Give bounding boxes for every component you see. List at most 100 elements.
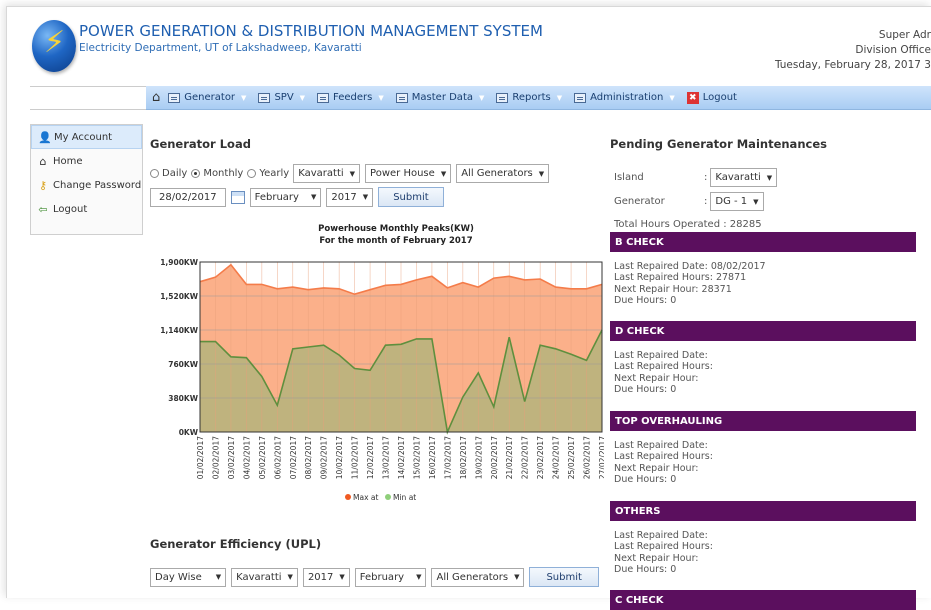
y-tick-label: 1,900KW [160,258,199,267]
home-icon[interactable]: ⌂ [152,90,160,105]
detail-line: Due Hours: 0 [614,384,677,396]
nav-feeders[interactable]: Feeders ▼ [317,92,384,103]
nav-spv[interactable]: SPV ▼ [258,92,305,103]
detail-line: Next Repair Hour: [614,372,699,384]
nav-spacer [30,86,146,110]
colon: : [704,196,708,207]
lightning-icon: ⚡ [44,25,66,60]
year-select[interactable]: 2017 ▼ [302,567,350,587]
chevron-down-icon: ▼ [753,197,759,206]
nav-label: Generator [184,92,236,103]
year-select[interactable]: 2017 ▼ [326,187,374,207]
sidebar-item-label: Change Password [53,179,142,191]
select-value: Power House [370,168,435,179]
legend-marker [385,494,391,500]
select-value: 2017 [331,191,357,203]
x-tick-label: 05/02/2017 [258,436,267,479]
total-hours: Total Hours Operated : 28285 [614,219,762,230]
month-select[interactable]: February ▼ [354,567,427,587]
top-overhauling-details: Last Repaired Date: Last Repaired Hours:… [614,440,713,486]
nav-label: Reports [512,92,551,103]
exit-icon: ⇦ [38,202,48,216]
date-value: 28/02/2017 [159,191,217,203]
sidebar-item-home[interactable]: ⌂ Home [31,149,142,173]
submit-button[interactable]: Submit [529,567,599,587]
nav-reports[interactable]: Reports ▼ [496,92,562,103]
calendar-icon[interactable] [230,190,245,204]
y-tick-label: 0KW [179,428,199,437]
generator-load-title: Generator Load [150,137,251,151]
date-input[interactable]: 28/02/2017 [150,187,226,207]
x-tick-label: 22/02/2017 [521,436,530,479]
detail-line: Due Hours: 0 [614,295,677,307]
menu-icon [168,92,181,103]
x-tick-label: 14/02/2017 [397,436,406,479]
x-tick-label: 06/02/2017 [273,436,282,479]
select-value: DG - 1 [715,196,748,207]
sidebar-item-change-password[interactable]: ⚷ Change Password [31,173,142,197]
radio-label: Monthly [203,168,244,179]
d-check-header: D CHECK [610,321,916,341]
sidebar-item-my-account[interactable]: 👤 My Account [31,125,142,149]
nav-logout[interactable]: ✖ Logout [686,91,737,104]
generator-select[interactable]: All Generators ▼ [431,567,525,587]
month-select[interactable]: February ▼ [249,187,322,207]
generator-row: Generator : DG - 1 ▼ [614,192,769,211]
menu-icon [574,92,587,103]
location-select[interactable]: Power House ▼ [365,164,452,183]
chevron-down-icon: ▼ [310,193,317,201]
detail-line: Due Hours: 0 [614,564,677,576]
y-tick-label: 380KW [168,394,198,403]
detail-line: Last Repaired Hours: [614,451,713,463]
x-tick-label: 13/02/2017 [382,436,391,479]
nav-master-data[interactable]: Master Data ▼ [395,92,485,103]
b-check-details: Last Repaired Date: 08/02/2017 Last Repa… [614,261,766,307]
radio-yearly[interactable] [247,169,257,178]
select-value: 2017 [307,571,334,583]
key-icon: ⚷ [38,178,48,192]
x-tick-label: 08/02/2017 [304,436,313,479]
select-value: Day Wise [155,571,202,583]
y-tick-label: 1,140KW [160,326,199,335]
detail-line: Last Repaired Date: [614,530,708,541]
chevron-down-icon: ▼ [378,93,384,102]
chevron-down-icon: ▼ [479,93,485,102]
chevron-down-icon: ▼ [339,573,345,581]
island-label: Island [614,172,644,183]
load-chart: Powerhouse Monthly Peaks(KW) For the mon… [160,224,604,502]
detail-line: Last Repaired Hours: 27871 [614,272,747,284]
top-overhauling-header: TOP OVERHAULING [610,411,916,431]
sidebar-item-label: Logout [53,203,88,215]
mode-select[interactable]: Day Wise ▼ [150,567,227,587]
maintenance-island-select[interactable]: Kavaratti ▼ [710,168,778,187]
x-tick-label: 03/02/2017 [227,436,236,479]
select-value: All Generators [461,168,533,179]
select-value: Kavaratti [236,571,282,583]
generator-efficiency-title: Generator Efficiency (UPL) [150,537,322,551]
island-row: Island : Kavaratti ▼ [614,168,782,187]
maintenance-generator-select[interactable]: DG - 1 ▼ [710,192,764,211]
island-select[interactable]: Kavaratti ▼ [293,164,361,183]
submit-button[interactable]: Submit [378,187,444,207]
menu-icon [317,92,330,103]
nav-generator[interactable]: Generator ▼ [168,92,246,103]
others-details: Last Repaired Date: Last Repaired Hours:… [614,530,713,576]
chevron-down-icon: ▼ [299,93,306,102]
menu-icon [258,92,271,103]
user-office: Division Office [855,44,931,56]
sidebar-item-logout[interactable]: ⇦ Logout [31,197,142,221]
chevron-down-icon: ▼ [669,93,675,102]
generator-select[interactable]: All Generators ▼ [456,164,550,183]
user-info: Super Adr Division Office Tuesday, Febru… [775,28,931,73]
nav-label: Administration [590,92,664,103]
island-select[interactable]: Kavaratti ▼ [231,567,298,587]
radio-daily[interactable] [150,169,159,178]
chevron-down-icon: ▼ [538,169,545,178]
chart-title: Powerhouse Monthly Peaks(KW) [318,224,474,234]
user-role: Super Adr [878,29,931,41]
x-tick-label: 20/02/2017 [490,436,499,479]
x-tick-label: 23/02/2017 [536,436,545,479]
chevron-down-icon: ▼ [416,573,422,581]
radio-monthly[interactable] [191,169,201,178]
nav-administration[interactable]: Administration ▼ [574,92,675,103]
